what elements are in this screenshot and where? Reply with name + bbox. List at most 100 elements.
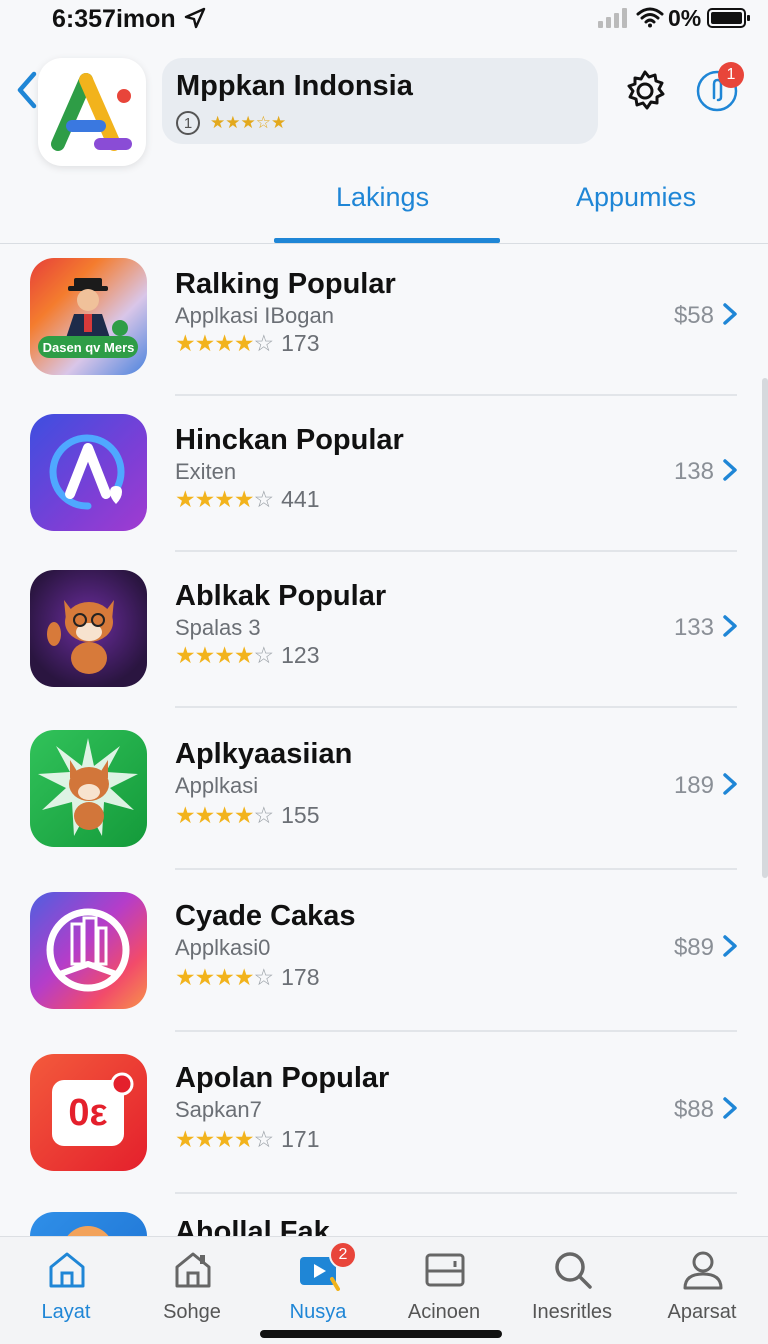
star-rating-icon: ★★★★☆: [175, 330, 274, 356]
chevron-right-icon: [723, 773, 737, 795]
location-arrow-icon: [184, 7, 206, 29]
row-divider: [175, 706, 737, 708]
app-rating: ★★★★☆ 441: [175, 486, 319, 513]
status-time: 6:357imon: [52, 5, 176, 33]
tab-acinoen[interactable]: Acinoen: [380, 1237, 508, 1337]
list-item[interactable]: Dasen qv Mers Ralking Popular Applkasi I…: [0, 244, 768, 400]
app-subtitle: Applkasi: [175, 773, 259, 798]
chevron-right-icon: [723, 459, 737, 481]
app-price: 138: [673, 458, 714, 485]
list-item[interactable]: Ablkak Popular Spalas 3 ★★★★☆ 123 133: [0, 556, 768, 712]
tab-sohge[interactable]: Sohge: [128, 1237, 256, 1337]
app-rating: ★★★★☆ 123: [175, 642, 319, 669]
row-divider: [175, 868, 737, 870]
chevron-right-icon: [723, 303, 737, 325]
chevron-right-icon: [723, 1097, 737, 1119]
search-icon: [555, 1252, 592, 1289]
page-title: Mppkan Indonsia: [176, 70, 413, 102]
icon-caption: Dasen qv Mers: [42, 340, 135, 355]
calendar-badge-icon: 0ε: [30, 1054, 147, 1171]
app-title: Apolan Popular: [175, 1062, 390, 1094]
battery-icon: [707, 8, 750, 28]
row-divider: [175, 394, 737, 396]
app-title: Ahollal Fak: [175, 1216, 330, 1236]
list-item[interactable]: Ahollal Fak: [0, 1200, 768, 1236]
app-logo: [38, 58, 146, 166]
tab-layat[interactable]: Layat: [2, 1237, 130, 1337]
app-price: 133: [673, 614, 714, 641]
list-item[interactable]: Hinckan Popular Exiten ★★★★☆ 441 138: [0, 400, 768, 556]
rating-count: 441: [281, 486, 320, 512]
app-subtitle: Spalas 3: [175, 615, 261, 640]
app-subtitle: Applkasi0: [175, 935, 271, 960]
list-item[interactable]: Aplkyaasiian Applkasi ★★★★☆ 155 189: [0, 714, 768, 870]
app-rating: ★★★★☆ 173: [175, 330, 319, 357]
nav-label: Aparsat: [667, 1301, 737, 1323]
tab-inesritles[interactable]: Inesritles: [508, 1237, 636, 1337]
house-outline-icon: [175, 1252, 211, 1288]
tab-aparsat[interactable]: Aparsat: [638, 1237, 766, 1337]
list-item[interactable]: 0ε Apolan Popular Sapkan7 ★★★★☆ 171 $88: [0, 1038, 768, 1194]
fox-waving-icon: [30, 570, 147, 687]
app-rating: ★★★★☆ 155: [175, 802, 319, 829]
app-price: $89: [673, 934, 714, 961]
tab-nusya[interactable]: 2 Nusya: [254, 1237, 382, 1337]
chevron-right-icon: [723, 615, 737, 637]
star-rating-icon: ★★★★☆: [175, 964, 274, 990]
header-stars: ★★★☆★: [210, 113, 287, 132]
fox-green-icon: [30, 730, 147, 847]
partial-app-icon: [30, 1212, 147, 1236]
bottom-tab-bar: Layat Sohge 2 Nusya Acinoen Inesritles A…: [0, 1236, 768, 1344]
app-title: Hinckan Popular: [175, 424, 404, 456]
icon-caption: 0ε: [68, 1092, 108, 1134]
rating-count: 123: [281, 642, 320, 668]
app-title: Ralking Popular: [175, 268, 396, 300]
app-rating: ★★★★☆ 171: [175, 1126, 319, 1153]
app-price: $58: [673, 302, 714, 329]
app-subtitle: Applkasi IBogan: [175, 303, 334, 328]
rating-count: 155: [281, 802, 320, 828]
home-indicator[interactable]: [260, 1330, 502, 1338]
row-divider: [175, 1192, 737, 1194]
letter-a-logo-icon: [51, 73, 132, 151]
row-divider: [175, 1030, 737, 1032]
app-title: Cyade Cakas: [175, 900, 356, 932]
profile-icon: [683, 1251, 723, 1290]
signal-icon: [598, 8, 627, 28]
battery-percent: 0%: [668, 5, 702, 31]
nav-badge: 2: [329, 1241, 357, 1269]
app-subtitle: Sapkan7: [175, 1097, 262, 1122]
gear-icon[interactable]: [622, 68, 668, 114]
nav-label: Nusya: [289, 1301, 347, 1323]
rating-count: 173: [281, 330, 320, 356]
app-rating: ★★★★☆ 178: [175, 964, 319, 991]
nav-label: Layat: [41, 1301, 91, 1323]
app-title: Aplkyaasiian: [175, 738, 353, 770]
tablet-icon: [425, 1253, 465, 1287]
star-rating-icon: ★★★★☆: [175, 486, 274, 512]
tab-lakings[interactable]: Lakings: [336, 182, 429, 213]
circle-number: 1: [176, 111, 200, 135]
app-title: Ablkak Popular: [175, 580, 387, 612]
app-price: 189: [673, 772, 714, 799]
app-list[interactable]: Dasen qv Mers Ralking Popular Applkasi I…: [0, 244, 768, 1236]
tab-appumies[interactable]: Appumies: [576, 182, 696, 213]
header-meta: 1 ★★★☆★: [176, 110, 286, 136]
chevron-right-icon: [723, 935, 737, 957]
app-header-card[interactable]: Mppkan Indonsia 1 ★★★☆★: [162, 58, 598, 144]
row-divider: [175, 550, 737, 552]
home-icon: [49, 1252, 85, 1288]
wifi-icon: [636, 7, 664, 28]
rating-count: 178: [281, 964, 320, 990]
star-rating-icon: ★★★★☆: [175, 642, 274, 668]
rating-count: 171: [281, 1126, 320, 1152]
star-rating-icon: ★★★★☆: [175, 1126, 274, 1152]
nav-label: Sohge: [163, 1301, 221, 1323]
star-rating-icon: ★★★★☆: [175, 802, 274, 828]
status-bar: 6:357imon 0%: [0, 0, 768, 40]
app-subtitle: Exiten: [175, 459, 237, 484]
scrollbar[interactable]: [762, 378, 768, 878]
game-character-icon: Dasen qv Mers: [30, 258, 147, 375]
list-item[interactable]: Cyade Cakas Applkasi0 ★★★★☆ 178 $89: [0, 876, 768, 1032]
letter-a-heart-icon: [30, 414, 147, 531]
